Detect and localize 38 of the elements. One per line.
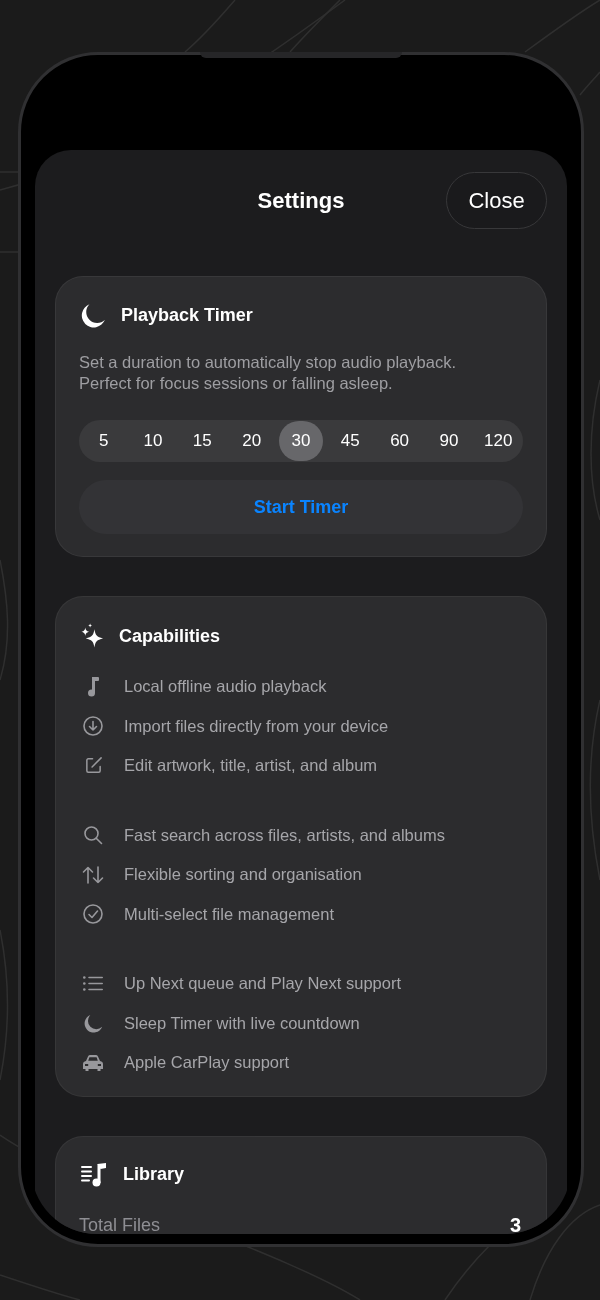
feature-text: Edit artwork, title, artist, and album xyxy=(124,755,378,777)
feature-text: Import files directly from your device xyxy=(124,715,389,737)
duration-option[interactable]: 45 xyxy=(328,421,373,461)
sparkles-icon xyxy=(81,623,104,649)
sheet-title: Settings xyxy=(257,187,345,215)
search-icon xyxy=(83,825,103,846)
check-circle-icon xyxy=(83,904,103,925)
card-title: Library xyxy=(123,1163,185,1186)
duration-option[interactable]: 30 xyxy=(278,421,323,461)
stat-label: Total Files xyxy=(79,1213,161,1234)
duration-option[interactable]: 90 xyxy=(426,421,471,461)
feature-text: Flexible sorting and organisation xyxy=(124,864,362,886)
feature-text: Up Next queue and Play Next support xyxy=(124,973,401,995)
sort-arrows-icon xyxy=(82,865,104,884)
card-title: Capabilities xyxy=(119,624,221,648)
list-icon xyxy=(83,976,103,992)
feature-text: Local offline audio playback xyxy=(124,676,327,698)
feature-text: Fast search across files, artists, and albums xyxy=(124,824,445,846)
duration-option[interactable]: 15 xyxy=(180,421,225,461)
duration-option[interactable]: 60 xyxy=(377,421,422,461)
duration-option[interactable]: 10 xyxy=(131,421,175,461)
card-title: Playback Timer xyxy=(121,303,253,327)
feature-text: Sleep Timer with live countdown xyxy=(124,1012,360,1034)
moon-icon xyxy=(83,1013,103,1033)
duration-option[interactable]: 120 xyxy=(476,421,521,461)
stat-value: 3 xyxy=(509,1213,521,1234)
moon-icon xyxy=(81,302,106,328)
edit-square-icon xyxy=(83,756,103,776)
timer-description: Set a duration to automatically stop audio playback. Perfect for focus sessions or falling asleep. xyxy=(79,352,457,394)
car-icon xyxy=(82,1054,104,1072)
duration-option[interactable]: 20 xyxy=(229,421,274,461)
music-note-icon xyxy=(87,676,99,697)
feature-text: Apple CarPlay support xyxy=(124,1052,290,1074)
feature-text: Multi-select file management xyxy=(124,903,334,925)
duration-option[interactable]: 5 xyxy=(81,421,126,461)
close-button[interactable]: Close xyxy=(446,172,547,229)
download-circle-icon xyxy=(83,716,103,737)
library-music-icon xyxy=(81,1162,107,1187)
